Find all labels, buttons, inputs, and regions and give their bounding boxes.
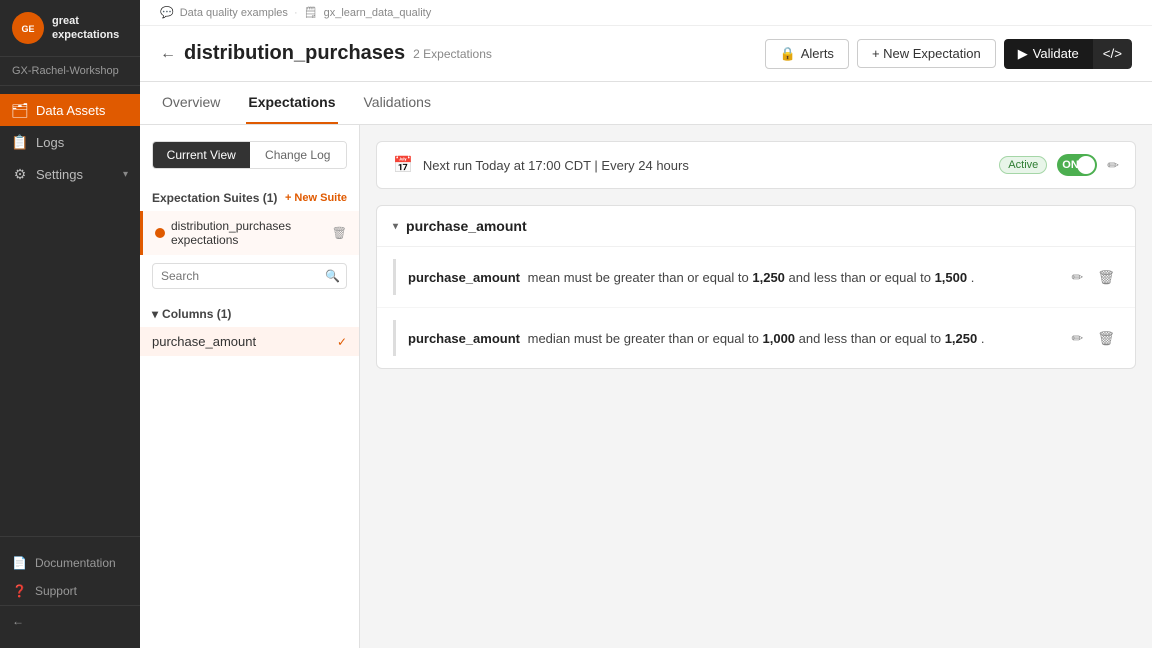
columns-header[interactable]: ▾ Columns (1) (140, 301, 359, 327)
active-badge: Active (999, 156, 1047, 174)
expectations-card: ▾ purchase_amount purchase_amount mean m… (376, 205, 1136, 369)
search-input[interactable] (152, 263, 347, 289)
expectation-delete-icon[interactable]: 🗑 (1093, 326, 1119, 351)
expectation-border (393, 259, 396, 295)
left-panel: Current View Change Log Expectation Suit… (140, 125, 360, 648)
validate-group: ▶ Validate </> (1004, 39, 1132, 69)
expectation-row-left: purchase_amount mean must be greater tha… (393, 259, 974, 295)
suite-name: distribution_purchases expectations (171, 219, 291, 247)
expectation-row: purchase_amount mean must be greater tha… (377, 247, 1135, 308)
suite-delete-icon[interactable]: 🗑 (332, 226, 347, 240)
topbar-actions: 🔒 Alerts + New Expectation ▶ Validate </… (765, 39, 1132, 69)
subnav: Overview Expectations Validations (140, 82, 1152, 125)
sidebar-item-settings[interactable]: ⚙ Settings ▾ (0, 158, 140, 190)
sidebar: GE great expectations GX-Rachel-Workshop… (0, 0, 140, 648)
schedule-edit-icon[interactable]: ✏ (1107, 157, 1119, 174)
search-row: 🔍 (140, 255, 359, 297)
expectation-row-left: purchase_amount median must be greater t… (393, 320, 984, 356)
expectation-delete-icon[interactable]: 🗑 (1093, 265, 1119, 290)
expectation-suites-header: Expectation Suites (1) + New Suite (140, 185, 359, 211)
back-arrow-icon: ← (12, 614, 24, 628)
data-assets-icon: 🗂 (12, 102, 28, 118)
main-content: 💬 Data quality examples · 🗒 gx_learn_dat… (140, 0, 1152, 648)
logo-icon: GE (12, 12, 44, 44)
documentation-link[interactable]: 📄 Documentation (0, 549, 140, 577)
settings-chevron-icon: ▾ (123, 169, 128, 180)
page-header: ← distribution_purchases 2 Expectations (160, 42, 492, 65)
columns-section: ▾ Columns (1) purchase_amount ✓ (140, 297, 359, 360)
expectation-row-actions: ✏ 🗑 (1067, 265, 1119, 290)
settings-icon: ⚙ (12, 166, 28, 182)
expectation-row: purchase_amount median must be greater t… (377, 308, 1135, 368)
new-suite-button[interactable]: + New Suite (285, 192, 347, 204)
back-button[interactable]: ← (0, 605, 140, 636)
search-wrapper: 🔍 (152, 263, 347, 289)
play-icon: ▶ (1018, 46, 1028, 62)
logo-area: GE great expectations (0, 0, 140, 57)
schedule-right: Active ON ✏ (999, 154, 1119, 176)
expectation-edit-icon[interactable]: ✏ (1067, 265, 1087, 290)
content-area: Current View Change Log Expectation Suit… (140, 125, 1152, 648)
validate-button[interactable]: ▶ Validate (1004, 39, 1093, 69)
right-panel: 📅 Next run Today at 17:00 CDT | Every 24… (360, 125, 1152, 648)
tab-overview[interactable]: Overview (160, 82, 222, 124)
sidebar-nav: 🗂 Data Assets 📋 Logs ⚙ Settings ▾ (0, 86, 140, 536)
page-title: distribution_purchases (184, 42, 405, 65)
tab-expectations[interactable]: Expectations (246, 82, 337, 124)
suite-item[interactable]: distribution_purchases expectations 🗑 (140, 211, 359, 255)
expectation-edit-icon[interactable]: ✏ (1067, 326, 1087, 351)
breadcrumb-file-icon: 🗒 (304, 6, 318, 19)
topbar: ← distribution_purchases 2 Expectations … (140, 26, 1152, 82)
workspace-label: GX-Rachel-Workshop (0, 57, 140, 86)
schedule-toggle[interactable]: ON (1057, 154, 1097, 176)
current-view-button[interactable]: Current View (153, 142, 250, 168)
back-arrow-button[interactable]: ← (160, 45, 176, 63)
new-expectation-button[interactable]: + New Expectation (857, 39, 996, 68)
calendar-icon: 📅 (393, 155, 413, 175)
group-chevron-icon: ▾ (393, 221, 398, 232)
logs-icon: 📋 (12, 134, 28, 150)
schedule-card: 📅 Next run Today at 17:00 CDT | Every 24… (376, 141, 1136, 189)
lock-icon: 🔒 (780, 46, 796, 62)
breadcrumb-separator: · (294, 7, 298, 19)
view-switcher: Current View Change Log (152, 141, 347, 169)
documentation-icon: 📄 (12, 556, 27, 570)
svg-text:GE: GE (21, 24, 34, 34)
logo-text: great expectations (52, 14, 119, 43)
expectation-row-actions: ✏ 🗑 (1067, 326, 1119, 351)
expectations-group-header[interactable]: ▾ purchase_amount (377, 206, 1135, 247)
alerts-button[interactable]: 🔒 Alerts (765, 39, 849, 69)
suite-item-left: distribution_purchases expectations (155, 219, 291, 247)
suite-status-dot (155, 228, 165, 238)
sidebar-bottom: 📄 Documentation ❓ Support ← (0, 536, 140, 648)
schedule-left: 📅 Next run Today at 17:00 CDT | Every 24… (393, 155, 689, 175)
column-item-purchase-amount[interactable]: purchase_amount ✓ (140, 327, 359, 356)
expectations-count: 2 Expectations (413, 47, 492, 61)
check-icon: ✓ (337, 335, 347, 349)
code-button[interactable]: </> (1093, 39, 1132, 69)
breadcrumb-chat-icon: 💬 (160, 6, 174, 19)
group-name: purchase_amount (406, 218, 527, 234)
tab-validations[interactable]: Validations (362, 82, 433, 124)
sidebar-item-data-assets[interactable]: 🗂 Data Assets (0, 94, 140, 126)
chevron-down-icon: ▾ (152, 307, 158, 321)
support-link[interactable]: ❓ Support (0, 577, 140, 605)
toggle-knob (1077, 156, 1095, 174)
expectation-content: purchase_amount mean must be greater tha… (408, 270, 974, 285)
support-icon: ❓ (12, 584, 27, 598)
expectation-content: purchase_amount median must be greater t… (408, 331, 984, 346)
sidebar-item-logs[interactable]: 📋 Logs (0, 126, 140, 158)
change-log-button[interactable]: Change Log (250, 142, 347, 168)
breadcrumb: 💬 Data quality examples · 🗒 gx_learn_dat… (140, 0, 1152, 26)
expectation-border (393, 320, 396, 356)
